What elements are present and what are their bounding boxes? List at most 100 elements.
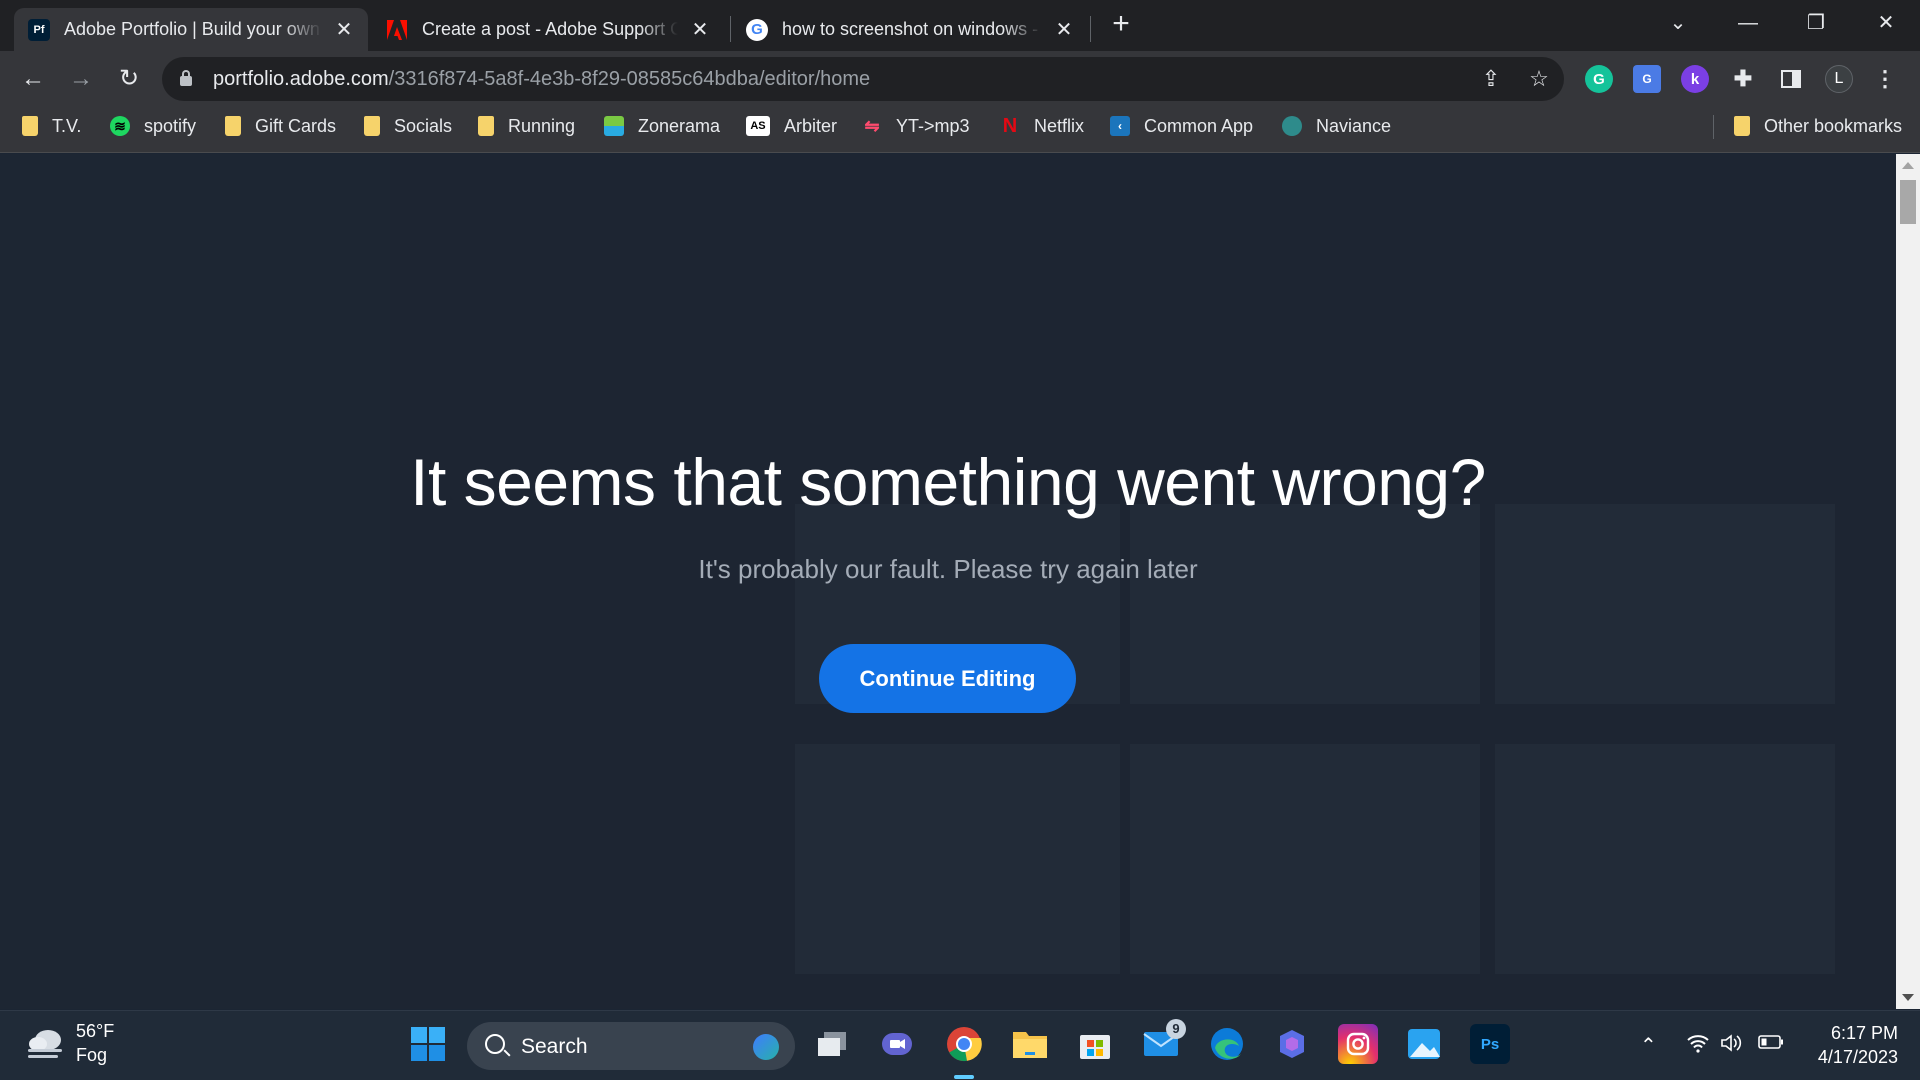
ytmp3-icon: ⇋ <box>864 115 880 136</box>
clock-date[interactable]: 4/17/2023 <box>1806 1047 1898 1068</box>
close-tab-icon[interactable]: ✕ <box>334 17 354 42</box>
background-tile <box>1495 744 1835 974</box>
tab-title: Adobe Portfolio | Build your own <box>64 19 320 39</box>
close-tab-icon[interactable]: ✕ <box>1054 17 1074 42</box>
google-translate-extension-icon[interactable]: G <box>1633 65 1661 93</box>
restore-icon[interactable]: ❐ <box>1796 8 1836 38</box>
address-bar[interactable]: portfolio.adobe.com/3316f874-5a8f-4e3b-8… <box>162 57 1564 101</box>
bookmark-label: Netflix <box>1034 115 1085 136</box>
background-tile <box>1130 504 1480 704</box>
extensions-puzzle-icon[interactable]: ✚ <box>1729 65 1757 93</box>
task-view-icon[interactable] <box>812 1024 852 1064</box>
show-hidden-icons-chevron-icon[interactable]: ⌃ <box>1640 1033 1657 1058</box>
taskbar-search[interactable]: Search <box>467 1022 795 1070</box>
bookmark-label: Zonerama <box>638 115 721 136</box>
background-tile <box>795 744 1120 974</box>
portfolio-favicon-icon: Pf <box>28 18 50 41</box>
copilot-icon[interactable] <box>1272 1024 1312 1064</box>
url-host: portfolio.adobe.com <box>213 68 389 90</box>
kami-extension-icon[interactable]: k <box>1681 65 1709 93</box>
wifi-icon[interactable] <box>1686 1033 1710 1059</box>
netflix-icon: N <box>1002 114 1018 137</box>
bookmark-label: Arbiter <box>784 115 838 136</box>
tab-adobe-support[interactable]: Create a post - Adobe Support Co ✕ <box>372 8 724 51</box>
arbiter-icon: AS <box>746 116 770 136</box>
close-window-icon[interactable]: ✕ <box>1866 8 1906 38</box>
bookmark-naviance[interactable]: Naviance <box>1282 107 1391 145</box>
url-text[interactable]: portfolio.adobe.com/3316f874-5a8f-4e3b-8… <box>213 68 870 91</box>
folder-icon <box>1734 116 1750 136</box>
scrollbar-thumb[interactable] <box>1900 180 1916 224</box>
other-bookmarks[interactable]: Other bookmarks <box>1734 107 1902 145</box>
photoshop-icon[interactable]: Ps <box>1470 1024 1510 1064</box>
share-icon[interactable]: ⇪ <box>1478 66 1504 92</box>
tab-search-chevron-icon[interactable]: ⌄ <box>1658 8 1698 38</box>
adobe-favicon-icon <box>386 19 408 41</box>
bookmark-label: Naviance <box>1316 115 1392 136</box>
bookmark-running[interactable]: Running <box>478 107 575 145</box>
continue-editing-button[interactable]: Continue Editing <box>819 644 1076 713</box>
side-panel-icon[interactable] <box>1777 65 1805 93</box>
forward-arrow-icon[interactable]: → <box>64 62 98 96</box>
bookmark-label: Running <box>508 115 576 136</box>
clock-time[interactable]: 6:17 PM <box>1826 1023 1898 1044</box>
bookmark-label: Socials <box>394 115 453 136</box>
bookmark-label: YT->mp3 <box>896 115 970 136</box>
volume-icon[interactable] <box>1720 1033 1744 1059</box>
folder-icon <box>364 116 380 136</box>
error-subtitle: It's probably our fault. Please try agai… <box>698 554 1198 584</box>
battery-icon[interactable] <box>1758 1033 1784 1057</box>
naviance-icon <box>1282 116 1302 136</box>
background-tile <box>1130 744 1480 974</box>
profile-avatar[interactable]: L <box>1825 65 1853 93</box>
tab-google-search[interactable]: G how to screenshot on windows - ✕ <box>732 8 1088 51</box>
edge-icon[interactable] <box>1207 1024 1247 1064</box>
minimize-icon[interactable]: — <box>1728 8 1768 38</box>
bookmark-zonerama[interactable]: Zonerama <box>604 107 720 145</box>
bookmark-common-app[interactable]: ‹ Common App <box>1110 107 1253 145</box>
bookmark-spotify[interactable]: ≋ spotify <box>110 107 196 145</box>
bookmark-label: T.V. <box>52 115 82 136</box>
teams-chat-icon[interactable] <box>877 1024 917 1064</box>
menu-kebab-icon[interactable]: ⋮ <box>1871 65 1899 93</box>
bookmark-gift-cards[interactable]: Gift Cards <box>225 107 336 145</box>
grammarly-extension-icon[interactable]: G <box>1585 65 1613 93</box>
bookmark-tv[interactable]: T.V. <box>22 107 81 145</box>
chrome-icon[interactable] <box>944 1024 984 1064</box>
tab-adobe-portfolio[interactable]: Pf Adobe Portfolio | Build your own ✕ <box>14 8 368 51</box>
tab-title: how to screenshot on windows - <box>782 19 1039 39</box>
new-tab-plus-icon[interactable]: + <box>1106 9 1136 39</box>
bookmark-arbiter[interactable]: AS Arbiter <box>746 107 837 145</box>
page-scrollbar[interactable] <box>1896 154 1920 1009</box>
active-app-indicator <box>954 1075 974 1079</box>
back-arrow-icon[interactable]: ← <box>16 62 50 96</box>
page-content: It seems that something went wrong? It's… <box>0 154 1896 1009</box>
bookmark-label: Other bookmarks <box>1764 115 1903 136</box>
bookmarks-separator <box>1713 115 1714 139</box>
windows-start-icon[interactable] <box>408 1024 448 1064</box>
reload-icon[interactable]: ↻ <box>112 62 146 96</box>
zonerama-icon <box>604 116 624 136</box>
spotify-icon: ≋ <box>110 116 130 136</box>
close-tab-icon[interactable]: ✕ <box>690 17 710 42</box>
instagram-icon[interactable] <box>1338 1024 1378 1064</box>
bookmarks-bar: T.V. ≋ spotify Gift Cards Socials Running… <box>0 107 1920 153</box>
microsoft-store-icon[interactable] <box>1075 1024 1115 1064</box>
lock-icon[interactable] <box>180 70 192 86</box>
folder-icon <box>478 116 494 136</box>
bookmark-socials[interactable]: Socials <box>364 107 452 145</box>
scroll-down-arrow-icon[interactable] <box>1902 994 1914 1001</box>
bookmark-yt-mp3[interactable]: ⇋ YT->mp3 <box>862 107 970 145</box>
photos-icon[interactable] <box>1404 1024 1444 1064</box>
bing-icon[interactable] <box>753 1034 779 1060</box>
scroll-up-arrow-icon[interactable] <box>1902 162 1914 169</box>
file-explorer-icon[interactable] <box>1010 1024 1050 1064</box>
weather-description[interactable]: Fog <box>76 1045 107 1066</box>
bookmark-label: Common App <box>1144 115 1254 136</box>
fog-weather-icon[interactable] <box>26 1027 66 1063</box>
search-icon <box>485 1034 505 1054</box>
weather-temperature[interactable]: 56°F <box>76 1021 114 1042</box>
bookmark-star-icon[interactable]: ☆ <box>1526 66 1552 92</box>
bookmark-netflix[interactable]: N Netflix <box>1000 107 1084 145</box>
bookmark-label: Gift Cards <box>255 115 337 136</box>
